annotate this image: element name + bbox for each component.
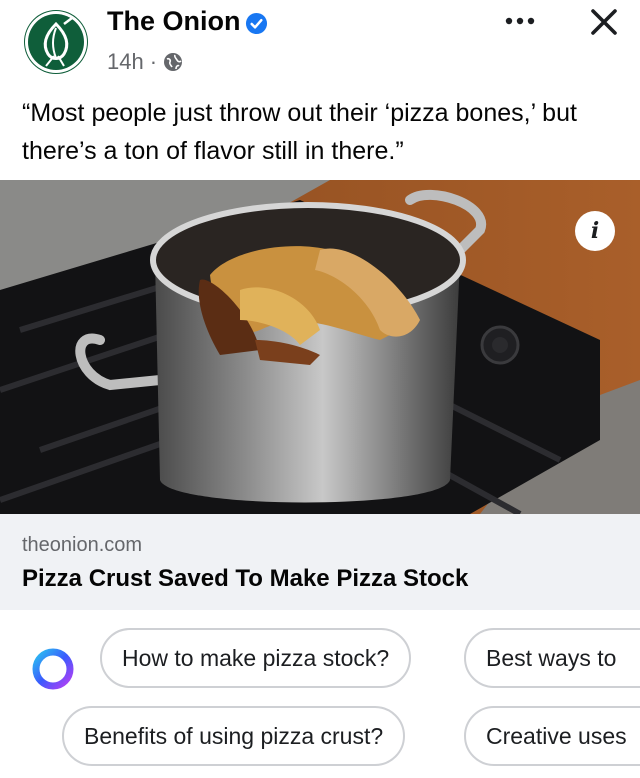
info-button[interactable]: i	[575, 211, 615, 251]
meta-ai-icon[interactable]	[28, 644, 78, 694]
suggestion-chip[interactable]: How to make pizza stock?	[100, 628, 412, 688]
page-name[interactable]: The Onion	[107, 6, 240, 37]
close-icon	[591, 9, 617, 35]
link-title[interactable]: Pizza Crust Saved To Make Pizza Stock	[22, 565, 468, 593]
page-avatar[interactable]	[24, 10, 88, 74]
close-button[interactable]	[584, 2, 624, 42]
post-meta: 14h ·	[107, 49, 183, 75]
suggestion-chip[interactable]: Creative uses	[464, 706, 640, 766]
onion-logo-icon	[25, 11, 87, 73]
post-header: The Onion 14h ·	[0, 0, 640, 84]
more-options-button[interactable]	[500, 6, 540, 36]
more-icon	[505, 17, 535, 25]
pot-photo	[0, 180, 640, 514]
info-icon: i	[590, 218, 600, 244]
post-time[interactable]: 14h	[107, 49, 144, 75]
link-preview-image[interactable]	[0, 180, 640, 514]
meta-separator: ·	[149, 49, 158, 74]
link-card[interactable]: theonion.com Pizza Crust Saved To Make P…	[0, 514, 640, 610]
globe-icon	[164, 53, 183, 71]
ai-suggestions: How to make pizza stock? Best ways to Be…	[0, 610, 640, 778]
link-domain: theonion.com	[22, 534, 143, 556]
post-caption: “Most people just throw out their ‘pizza…	[22, 99, 577, 165]
verified-badge-icon	[245, 12, 268, 35]
suggestion-chip[interactable]: Best ways to	[464, 628, 640, 688]
suggestion-chip[interactable]: Benefits of using pizza crust?	[62, 706, 406, 766]
